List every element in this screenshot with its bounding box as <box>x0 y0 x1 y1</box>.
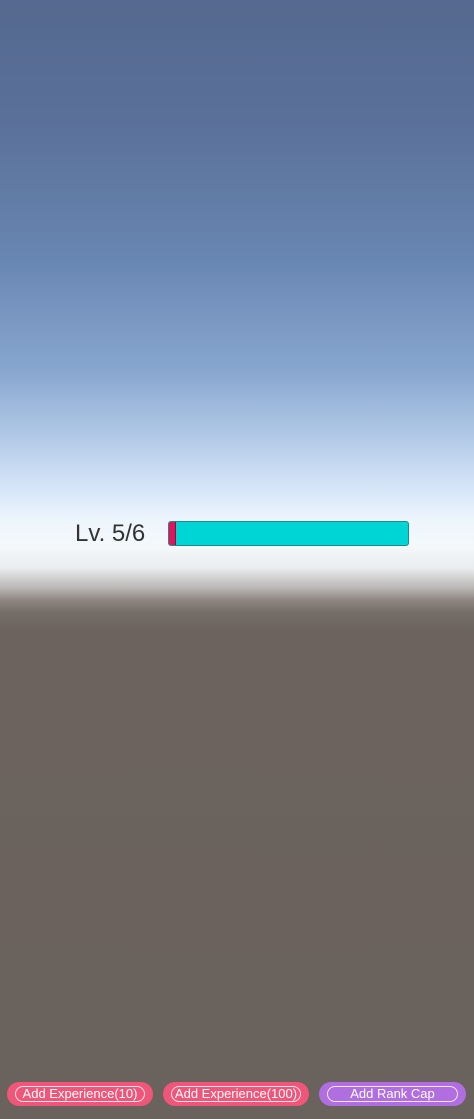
add-experience-10-label: Add Experience(10) <box>22 1086 138 1101</box>
level-label: Lv. 5/6 <box>75 520 146 547</box>
add-rank-cap-label: Add Rank Cap <box>350 1086 435 1101</box>
add-rank-cap-button[interactable]: Add Rank Cap <box>319 1082 466 1106</box>
add-experience-100-button[interactable]: Add Experience(100) <box>163 1082 309 1106</box>
skybox-background <box>0 0 474 1119</box>
add-experience-10-button[interactable]: Add Experience(10) <box>7 1082 153 1106</box>
add-experience-100-label: Add Experience(100) <box>174 1086 298 1101</box>
experience-bar-fill <box>169 522 176 545</box>
experience-bar <box>168 521 409 546</box>
